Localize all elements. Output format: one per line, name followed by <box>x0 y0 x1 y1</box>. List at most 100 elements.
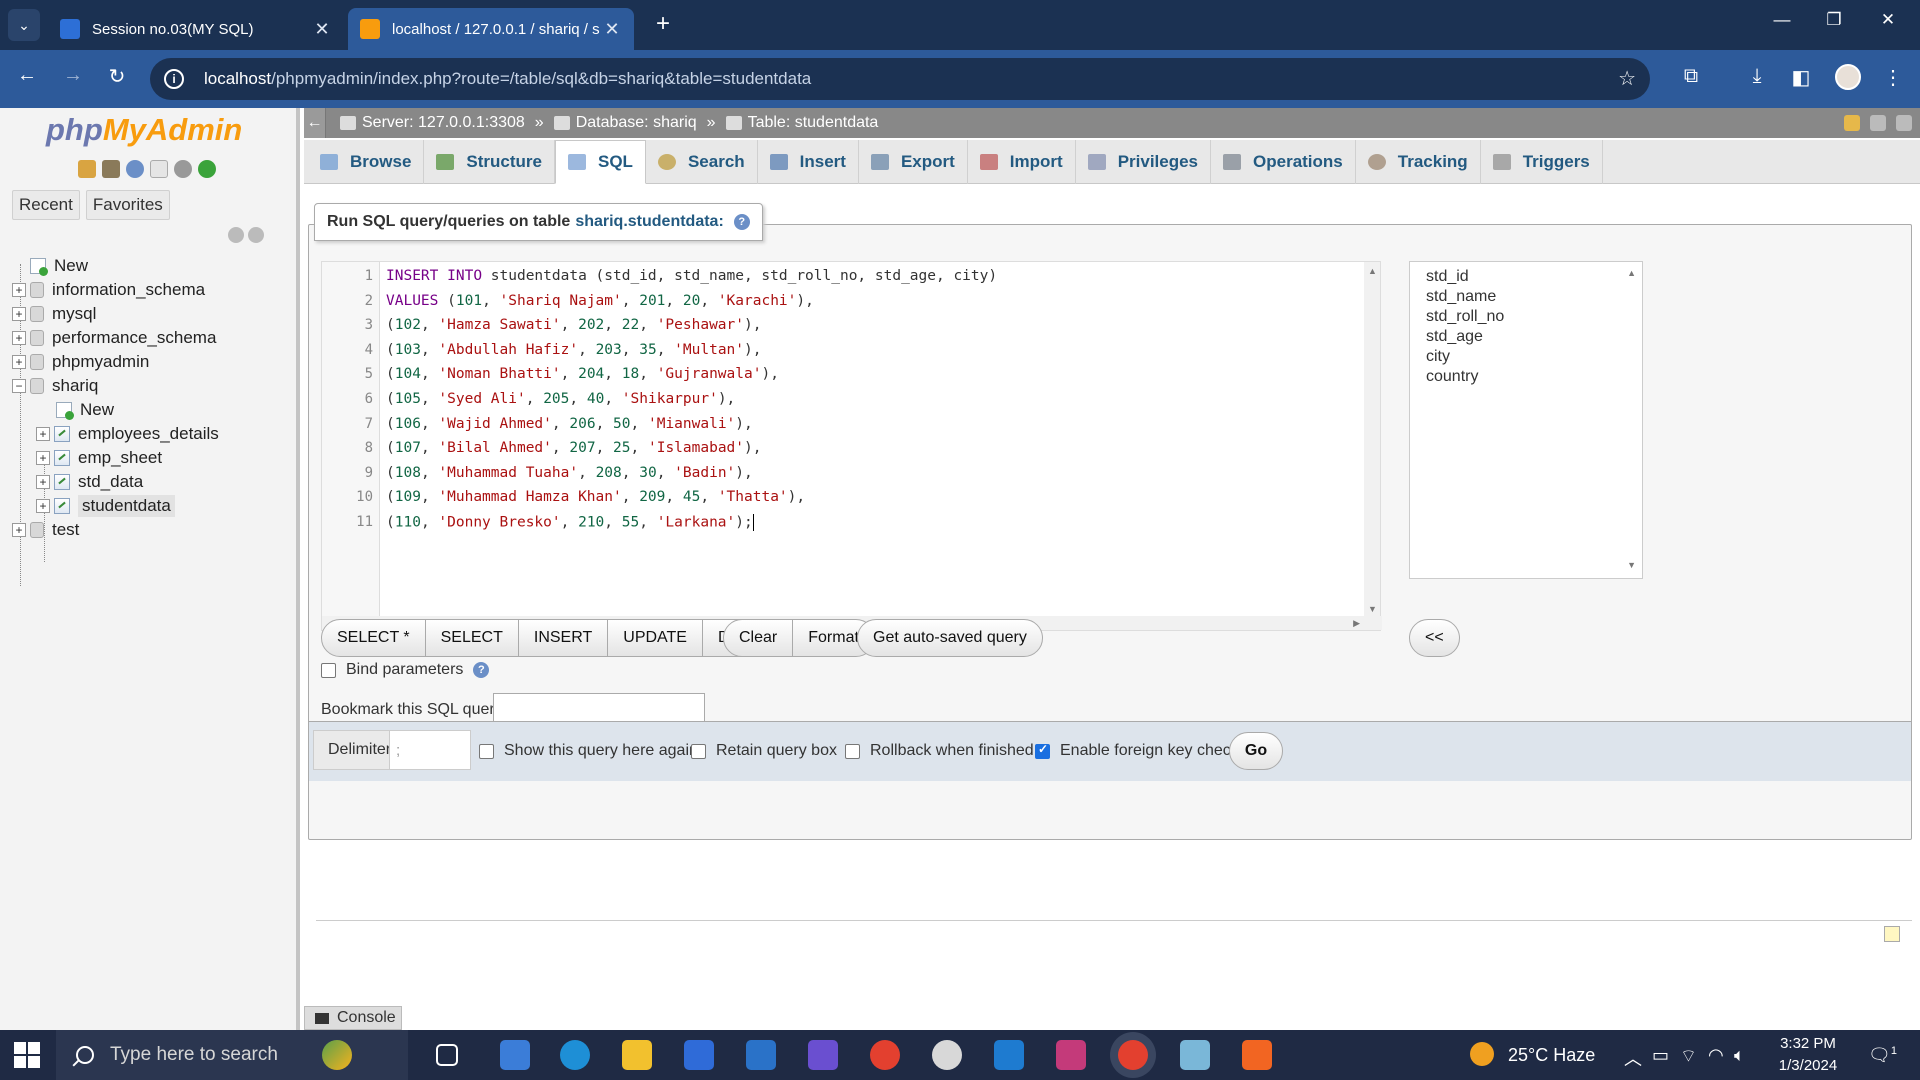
close-tab-icon[interactable]: ✕ <box>602 19 622 40</box>
expand-icon[interactable]: + <box>12 283 26 297</box>
address-bar[interactable]: i localhost/phpmyadmin/index.php?route=/… <box>150 58 1650 100</box>
weather-text[interactable]: 25°C Haze <box>1508 1045 1595 1066</box>
tree-table-studentdata[interactable]: + studentdata <box>36 494 175 518</box>
tab-privileges[interactable]: Privileges <box>1076 140 1212 184</box>
collapse-top-icon[interactable] <box>1896 115 1912 131</box>
retain-query-box-option[interactable]: Retain query box <box>691 742 837 760</box>
expand-icon[interactable]: + <box>12 355 26 369</box>
show-query-again-checkbox[interactable] <box>479 743 494 759</box>
expand-icon[interactable]: + <box>12 331 26 345</box>
weather-alert-icon[interactable] <box>1470 1042 1494 1066</box>
insert-button[interactable]: INSERT <box>519 620 609 656</box>
xampp-icon[interactable] <box>1242 1040 1272 1070</box>
extensions-icon[interactable]: ⧉ <box>1676 65 1706 88</box>
vscode-icon[interactable] <box>994 1040 1024 1070</box>
store-icon[interactable] <box>684 1040 714 1070</box>
minimize-icon[interactable]: — <box>1760 10 1804 30</box>
tab-operations[interactable]: Operations <box>1211 140 1356 184</box>
new-tab-button[interactable]: + <box>648 10 678 38</box>
notes-icon[interactable] <box>1884 926 1900 942</box>
select-star-button[interactable]: SELECT * <box>322 620 426 656</box>
download-icon[interactable]: ⤓ <box>1742 65 1772 88</box>
tab-import[interactable]: Import <box>968 140 1076 184</box>
expand-icon[interactable]: + <box>36 475 50 489</box>
tree-db-shariq[interactable]: − shariq <box>12 374 98 398</box>
logout-icon[interactable] <box>102 160 120 178</box>
tree-table-employees-details[interactable]: + employees_details <box>36 422 219 446</box>
get-auto-saved-query-button[interactable]: Get auto-saved query <box>858 620 1042 656</box>
help-icon[interactable]: ? <box>733 214 750 230</box>
side-panel-icon[interactable]: ◧ <box>1786 65 1816 90</box>
help-icon[interactable]: ? <box>473 662 490 678</box>
weather-widget-icon[interactable] <box>322 1040 352 1070</box>
expand-icon[interactable]: + <box>12 307 26 321</box>
expand-icon[interactable]: + <box>36 427 50 441</box>
nav-collapse-arrow-icon[interactable]: ← <box>304 108 326 138</box>
app-icon[interactable] <box>932 1040 962 1070</box>
volume-icon[interactable]: 🔈︎ <box>1734 1045 1745 1066</box>
tab-search-chevron-icon[interactable]: ⌄ <box>8 9 40 41</box>
expand-icon[interactable]: + <box>12 523 26 537</box>
phpmyadmin-logo[interactable]: phpMyAdmin <box>46 112 242 148</box>
column-option[interactable]: std_roll_no <box>1426 308 1504 326</box>
clear-button[interactable]: Clear <box>724 620 794 656</box>
forward-arrow-icon[interactable]: → <box>58 64 88 87</box>
chrome-active-icon[interactable] <box>1118 1040 1148 1070</box>
sql-query-editor[interactable]: 1 2 3 4 5 6 7 8 9 10 11 INSERT INTO stud… <box>321 261 1382 631</box>
tab-insert[interactable]: Insert <box>758 140 859 184</box>
select-button[interactable]: SELECT <box>426 620 519 656</box>
foreign-key-checks-option[interactable]: Enable foreign key checks <box>1035 742 1247 760</box>
computer-app-icon[interactable] <box>500 1040 530 1070</box>
show-hidden-icons-chevron[interactable]: ︿ <box>1624 1045 1642 1071</box>
site-info-icon[interactable]: i <box>164 69 184 89</box>
windows-start-icon[interactable] <box>14 1042 40 1068</box>
restore-icon[interactable]: ❐ <box>1812 10 1856 30</box>
tab-export[interactable]: Export <box>859 140 968 184</box>
settings-gear-icon[interactable] <box>174 160 192 178</box>
show-query-again-option[interactable]: Show this query here again <box>479 742 698 760</box>
reload-icon[interactable]: ↻ <box>102 64 132 89</box>
chrome-icon[interactable] <box>870 1040 900 1070</box>
recent-tab[interactable]: Recent <box>12 190 80 220</box>
bind-parameters-checkbox[interactable] <box>321 662 336 678</box>
close-window-icon[interactable]: ✕ <box>1866 10 1910 30</box>
breadcrumb-server[interactable]: Server: 127.0.0.1:3308 <box>362 114 525 132</box>
browser-menu-icon[interactable]: ⋮ <box>1878 65 1908 90</box>
collapse-all-icon[interactable] <box>228 227 244 243</box>
help-icon[interactable] <box>126 160 144 178</box>
notification-center-icon[interactable]: 🗨︎1 <box>1868 1045 1897 1066</box>
column-option[interactable]: std_id <box>1426 268 1469 286</box>
breadcrumb-table[interactable]: Table: studentdata <box>748 114 879 132</box>
insert-column-button[interactable]: << <box>1410 620 1459 656</box>
reload-navigation-icon[interactable] <box>198 160 216 178</box>
bookmark-star-icon[interactable]: ☆ <box>1618 66 1636 91</box>
profile-avatar[interactable] <box>1835 64 1861 90</box>
home-icon[interactable] <box>78 160 96 178</box>
edge-browser-icon[interactable] <box>560 1040 590 1070</box>
go-button[interactable]: Go <box>1229 732 1283 770</box>
console-toggle[interactable]: Console <box>304 1006 402 1030</box>
file-explorer-icon[interactable] <box>622 1040 652 1070</box>
rollback-option[interactable]: Rollback when finished <box>845 742 1034 760</box>
taskbar-clock[interactable]: 3:32 PM 1/3/2024 <box>1768 1033 1848 1077</box>
column-option[interactable]: country <box>1426 368 1478 386</box>
expand-icon[interactable]: + <box>36 451 50 465</box>
tree-db-information-schema[interactable]: + information_schema <box>12 278 205 302</box>
favorites-tab[interactable]: Favorites <box>85 190 170 220</box>
retain-query-box-checkbox[interactable] <box>691 743 706 759</box>
update-button[interactable]: UPDATE <box>608 620 703 656</box>
tree-table-emp-sheet[interactable]: + emp_sheet <box>36 446 162 470</box>
battery-icon[interactable]: ▭ <box>1652 1045 1669 1066</box>
back-arrow-icon[interactable]: ← <box>12 64 42 87</box>
documentation-icon[interactable] <box>150 160 168 178</box>
taskbar-search-box[interactable]: Type here to search <box>56 1030 408 1080</box>
tab-tracking[interactable]: Tracking <box>1356 140 1481 184</box>
tree-db-phpmyadmin[interactable]: + phpmyadmin <box>12 350 149 374</box>
tree-db-performance-schema[interactable]: + performance_schema <box>12 326 216 350</box>
columns-select-list[interactable]: std_id std_name std_roll_no std_age city… <box>1409 261 1643 579</box>
tree-new-database[interactable]: New <box>30 254 88 278</box>
breadcrumb-database[interactable]: Database: shariq <box>576 114 697 132</box>
tab-structure[interactable]: Structure <box>424 140 555 184</box>
task-view-icon[interactable] <box>436 1044 458 1066</box>
collapse-icon[interactable]: − <box>12 379 26 393</box>
